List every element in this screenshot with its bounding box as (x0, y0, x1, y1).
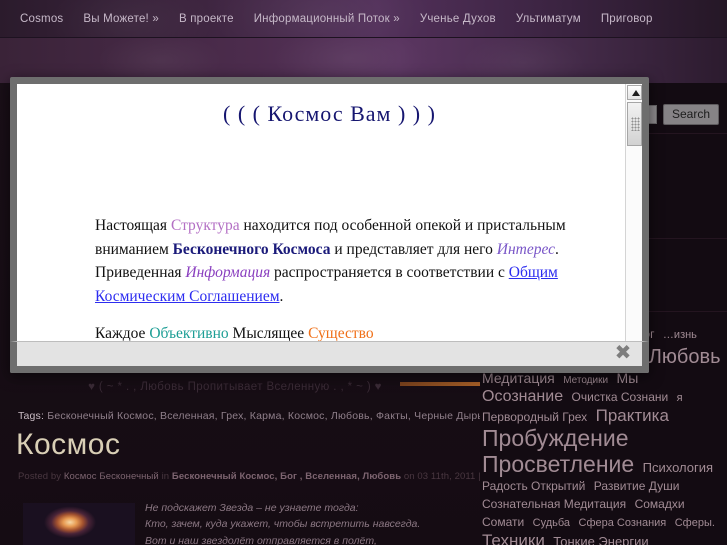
tag-cloud-item[interactable]: Развитие Души (594, 479, 680, 493)
post-tags[interactable]: Tags: Бесконечный Космос, Вселенная, Гре… (18, 410, 485, 422)
nav-item-ultimatum[interactable]: Ультиматум (506, 13, 591, 25)
nav-item-v-proekte[interactable]: В проекте (169, 13, 244, 25)
nav-item-prigovor[interactable]: Приговор (591, 13, 663, 25)
tag-link[interactable]: Факты (376, 410, 408, 422)
tag-cloud-item[interactable]: Судьба (533, 517, 570, 529)
p1-informaciya: Информация (185, 264, 271, 282)
tag-cloud-item[interactable]: я (677, 392, 683, 404)
tag-cloud-item[interactable]: Просветление (482, 451, 634, 477)
tag-link[interactable]: Грех (221, 410, 244, 422)
tag-link[interactable]: Бесконечный Космос (47, 410, 154, 422)
tags-label: Tags: (18, 410, 45, 422)
tag-link[interactable]: Карма (250, 410, 282, 422)
poem-line-1: Не подскажет Звезда – не узнаете тогда: (145, 502, 359, 514)
nav-item-uchenie-duhov[interactable]: Ученье Духов (410, 13, 506, 25)
nav-item-cosmos[interactable]: Cosmos (10, 13, 73, 25)
tag-cloud-item[interactable]: Методики (563, 375, 608, 386)
modal-scrollbar[interactable] (625, 84, 642, 366)
decorative-bar (400, 382, 480, 386)
tag-link[interactable]: Вселенная (160, 410, 215, 422)
tag-cloud-item[interactable]: Сфера Сознания (579, 517, 667, 529)
tag-link[interactable]: Космос (288, 410, 325, 422)
tag-cloud-item[interactable]: Любовь (649, 346, 721, 368)
top-navigation[interactable]: Cosmos Вы Можете! » В проекте Информацио… (0, 0, 727, 38)
modal-footer-bar: ✖ (10, 341, 649, 373)
p1-t6: . (279, 287, 284, 305)
p2-sushchestvo: Существо (308, 325, 374, 343)
close-icon[interactable]: ✖ (612, 342, 634, 363)
post-title[interactable]: Космос (16, 428, 120, 462)
poem-line-2: Кто, зачем, куда укажет, чтобы встретить… (145, 518, 421, 531)
search-button[interactable]: Search (662, 104, 719, 125)
modal-title: ( ( ( Космос Вам ) ) ) (223, 101, 436, 126)
p2-obyektivno: Объективно (149, 325, 229, 343)
tag-cloud-item[interactable]: Техники (482, 531, 545, 545)
p2-t1: Каждое (95, 325, 150, 343)
meta-date: 03 11th, 2011 (417, 471, 476, 482)
p1-t3: и представляет для него (330, 240, 497, 258)
modal-body: Настоящая Структура находится под особен… (95, 214, 585, 360)
page-root: Cosmos Вы Можете! » В проекте Информацио… (0, 0, 727, 545)
meta-in: in (158, 471, 172, 482)
tag-cloud-item[interactable]: Очистка Сознани (572, 390, 669, 404)
modal-dialog[interactable]: ( ( ( Космос Вам ) ) ) Настоящая Структу… (10, 77, 649, 373)
nav-item-vy-mozhete[interactable]: Вы Можете! » (73, 13, 169, 25)
tag-cloud-item[interactable]: Сознательная Медитация (482, 497, 626, 511)
tag-cloud-item[interactable]: Сферы. (675, 517, 715, 529)
modal-paragraph-1: Настоящая Структура находится под особен… (95, 214, 585, 308)
tag-link[interactable]: Черные Дыры (414, 410, 485, 422)
meta-categories[interactable]: Бесконечный Космос, Бог , Вселенная, Люб… (172, 471, 401, 482)
p2-t2: Мыслящее (228, 325, 309, 343)
post-excerpt: Не подскажет Звезда – не узнаете тогда: … (145, 500, 475, 545)
scrollbar-thumb[interactable] (627, 102, 642, 146)
p1-t1: Настоящая (95, 217, 171, 234)
tag-link[interactable]: Любовь (331, 410, 370, 422)
meta-posted-by: Posted by (18, 471, 64, 482)
p1-t5: распространяется в соответствии с (270, 264, 509, 282)
tag-cloud-item[interactable]: Первородный Грех (482, 410, 587, 424)
poem-line-3: Вот и наш звездолёт отправляется в полёт… (145, 534, 377, 545)
p1-interes: Интерес (496, 240, 556, 258)
p1-beskonechnogo-kosmosa: Бесконечного Космоса (172, 240, 331, 258)
meta-on: on (401, 471, 418, 482)
tag-cloud-item[interactable]: Радость Открытий (482, 479, 585, 493)
tags-list[interactable]: Бесконечный Космос, Вселенная, Грех, Кар… (47, 410, 485, 422)
nav-item-informacionnyj-potok[interactable]: Информационный Поток » (244, 13, 410, 25)
post-thumbnail-nebula[interactable] (23, 503, 135, 545)
tag-cloud-item[interactable]: Практика (596, 406, 669, 425)
modal-content-area: ( ( ( Космос Вам ) ) ) Настоящая Структу… (17, 84, 642, 366)
tag-cloud-item[interactable]: Сомати (482, 515, 524, 529)
tag-cloud-item[interactable]: Психология (643, 460, 713, 475)
post-meta: Posted by Космос Бесконечный in Бесконеч… (18, 471, 549, 482)
meta-author[interactable]: Космос Бесконечный (64, 471, 159, 482)
tag-cloud-item[interactable]: …изнь (663, 329, 697, 341)
scrollbar-up-button[interactable] (627, 85, 642, 100)
tag-cloud-item[interactable]: Осознание (482, 388, 563, 405)
tag-cloud-item[interactable]: Пробуждение (482, 425, 628, 451)
tag-cloud-item[interactable]: Сомадхи (635, 497, 685, 511)
p1-struktura: Структура (170, 217, 240, 234)
tag-cloud-item[interactable]: Тонкие Энергии (553, 534, 648, 545)
scroll-up-arrow-icon (631, 90, 640, 96)
